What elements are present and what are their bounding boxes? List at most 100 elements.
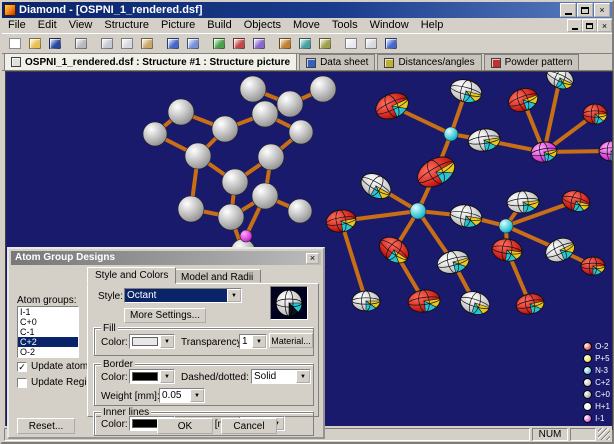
white-ellipsoid-atom[interactable] [448,202,483,229]
cancel-button[interactable]: Cancel [221,418,277,434]
legend-item[interactable]: I-1 [583,412,610,424]
red-ellipsoid-atom[interactable] [491,237,524,263]
gray-atom[interactable] [178,196,204,222]
gray-atom[interactable] [252,183,278,209]
menu-move[interactable]: Move [287,18,326,32]
atom-group-item[interactable]: C+2 [18,337,78,347]
atom-group-item[interactable]: I-1 [18,307,78,317]
ok-button[interactable]: OK [157,418,213,434]
white-ellipsoid-atom[interactable] [506,190,540,215]
gray-atom[interactable] [252,101,278,127]
tab-distances-angles[interactable]: Distances/angles [377,54,481,70]
tab-data-sheet[interactable]: Data sheet [299,54,375,70]
open-folder-button[interactable] [25,35,45,53]
measure-button[interactable] [315,35,335,53]
gray-atom[interactable] [310,76,336,102]
white-ellipsoid-atom[interactable] [542,234,578,267]
legend-item[interactable]: P+5 [583,352,610,364]
gray-atom[interactable] [222,169,248,195]
resize-grip[interactable] [598,428,610,440]
chevron-down-icon[interactable]: ▼ [227,289,241,302]
transparency-combobox[interactable]: 1 ▼ [239,334,267,349]
gray-atom[interactable] [258,144,284,170]
zoom-in-button[interactable] [341,35,361,53]
update-registry-checkbox[interactable] [17,378,27,388]
tab-model-and-radii[interactable]: Model and Radii [173,269,261,283]
menu-objects[interactable]: Objects [238,18,287,32]
dialog-close-icon[interactable]: × [306,253,319,264]
tab-powder-pattern[interactable]: Powder pattern [484,54,580,70]
menu-picture[interactable]: Picture [155,18,201,32]
reset-button[interactable]: Reset... [17,418,75,434]
move-mode-button[interactable] [295,35,315,53]
white-ellipsoid-atom[interactable] [352,291,380,311]
chevron-down-icon[interactable]: ▼ [160,335,174,348]
legend-item[interactable]: O-2 [583,340,610,352]
mdi-close-icon[interactable]: × [597,19,612,32]
legend-item[interactable]: C+0 [583,388,610,400]
update-atoms-row[interactable]: ✓ Update atoms [17,361,93,372]
legend-item[interactable]: C+2 [583,376,610,388]
gray-atom[interactable] [218,204,244,230]
help-button[interactable] [381,35,401,53]
atom-group-item[interactable]: O-2 [18,347,78,357]
white-ellipsoid-atom[interactable] [467,127,502,153]
legend-item[interactable]: N-3 [583,364,610,376]
red-ellipsoid-atom[interactable] [505,85,541,116]
cyan-atom[interactable] [499,219,513,233]
gray-atom[interactable] [277,91,303,117]
zoom-out-button[interactable] [361,35,381,53]
new-file-button[interactable] [5,35,25,53]
menu-tools[interactable]: Tools [326,18,364,32]
white-ellipsoid-atom[interactable] [543,72,577,93]
legend-item[interactable]: H+1 [583,400,610,412]
red-ellipsoid-atom[interactable] [324,208,357,235]
new-structure-button[interactable] [229,35,249,53]
red-ellipsoid-atom[interactable] [407,288,442,314]
mdi-restore-icon[interactable] [582,19,597,32]
more-settings-button[interactable]: More Settings... [124,308,206,323]
cut-button[interactable] [97,35,117,53]
white-ellipsoid-atom[interactable] [457,288,492,318]
atom-group-item[interactable]: C-1 [18,327,78,337]
edit-picture-button[interactable] [249,35,269,53]
cyan-atom[interactable] [444,127,458,141]
close-icon[interactable]: × [594,3,610,17]
maximize-icon[interactable] [577,3,593,17]
white-ellipsoid-atom[interactable] [448,76,485,106]
fill-color-combobox[interactable]: ▼ [129,334,175,349]
red-ellipsoid-atom[interactable] [412,151,460,194]
gray-atom[interactable] [240,76,266,102]
atom-groups-listbox[interactable]: I-1C+0C-1C+2O-2 [17,306,79,358]
red-ellipsoid-atom[interactable] [583,104,607,124]
chevron-down-icon[interactable]: ▼ [190,389,204,402]
copy-button[interactable] [117,35,137,53]
tab-structure-picture[interactable]: OSPNI_1_rendered.dsf : Structure #1 : St… [4,53,297,70]
gray-atom[interactable] [288,199,312,223]
periodic-table-button[interactable] [209,35,229,53]
red-ellipsoid-atom[interactable] [581,257,605,275]
dashed-dotted-combobox[interactable]: Solid ▼ [251,369,311,384]
update-atoms-checkbox[interactable]: ✓ [17,362,27,372]
minimize-icon[interactable] [560,3,576,17]
red-ellipsoid-atom[interactable] [375,232,414,268]
menu-structure[interactable]: Structure [98,18,155,32]
menu-edit[interactable]: Edit [32,18,63,32]
paste-button[interactable] [137,35,157,53]
border-color-combobox[interactable]: ▼ [129,369,175,384]
gray-atom[interactable] [168,99,194,125]
chevron-down-icon[interactable]: ▼ [296,370,310,383]
redo-button[interactable] [183,35,203,53]
gray-atom[interactable] [289,120,313,144]
mdi-minimize-icon[interactable] [567,19,582,32]
white-ellipsoid-atom[interactable] [357,168,396,203]
build-molecule-button[interactable] [275,35,295,53]
cyan-atom[interactable] [410,203,426,219]
red-ellipsoid-atom[interactable] [372,88,413,124]
white-ellipsoid-atom[interactable] [435,247,472,277]
menu-view[interactable]: View [63,18,99,32]
material-button[interactable]: Material... [269,333,313,348]
style-combobox[interactable]: Octant ▼ [124,288,242,303]
gray-atom[interactable] [143,122,167,146]
undo-button[interactable] [163,35,183,53]
